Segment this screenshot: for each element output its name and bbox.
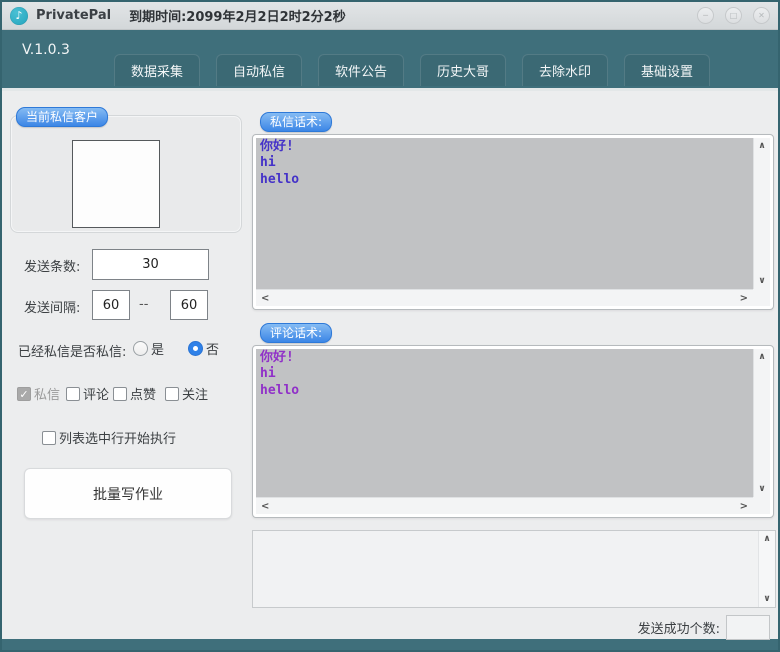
interval-max-input[interactable]: 60 bbox=[170, 290, 208, 320]
tab-announcement[interactable]: 软件公告 bbox=[318, 54, 404, 86]
interval-separator: -- bbox=[139, 297, 148, 312]
action-comment-checkbox[interactable]: 评论 bbox=[66, 383, 109, 403]
tab-history[interactable]: 历史大哥 bbox=[420, 54, 506, 86]
action-dm-checkbox[interactable]: ✓私信 bbox=[17, 383, 60, 403]
success-count-value bbox=[726, 615, 770, 640]
client-photo-placeholder bbox=[72, 140, 160, 228]
bottom-bar bbox=[2, 639, 778, 650]
scroll-down-icon[interactable]: ∨ bbox=[763, 594, 770, 604]
radio-off-icon bbox=[133, 341, 148, 356]
main-area: 当前私信客户 发送条数: 30 发送间隔: 60 -- 60 已经私信是否私信:… bbox=[2, 88, 778, 639]
radio-on-icon bbox=[188, 341, 203, 356]
resend-yes-radio[interactable]: 是 bbox=[133, 338, 164, 358]
dm-script-textarea[interactable]: 你好! hi hello bbox=[256, 138, 753, 289]
tab-basic-settings[interactable]: 基础设置 bbox=[624, 54, 710, 86]
list-row-checkbox[interactable]: 列表选中行开始执行 bbox=[42, 427, 176, 447]
nav-tabs: 数据采集 自动私信 软件公告 历史大哥 去除水印 基础设置 bbox=[2, 54, 710, 88]
status-row: 发送成功个数: bbox=[638, 615, 770, 640]
maximize-button[interactable]: □ bbox=[725, 7, 742, 24]
app-window: ♪ PrivatePal 到期时间:2099年2月2日2时2分2秒 ─ □ ✕ … bbox=[0, 0, 780, 652]
batch-write-button[interactable]: 批量写作业 bbox=[24, 468, 232, 519]
titlebar: ♪ PrivatePal 到期时间:2099年2月2日2时2分2秒 ─ □ ✕ bbox=[2, 2, 778, 30]
scroll-right-icon[interactable]: > bbox=[740, 293, 748, 304]
dm-vertical-scrollbar[interactable]: ∧ ∨ bbox=[753, 138, 770, 289]
log-box: ∧ ∨ bbox=[252, 530, 776, 608]
resend-no-radio[interactable]: 否 bbox=[188, 338, 219, 358]
checkbox-icon bbox=[113, 387, 127, 401]
nav-bar: V.1.0.3 数据采集 自动私信 软件公告 历史大哥 去除水印 基础设置 bbox=[2, 30, 778, 88]
send-count-input[interactable]: 30 bbox=[92, 249, 209, 280]
resend-question-label: 已经私信是否私信: bbox=[18, 341, 126, 360]
dm-horizontal-scrollbar[interactable]: < > bbox=[256, 289, 753, 306]
scroll-up-icon[interactable]: ∧ bbox=[758, 352, 765, 362]
comment-horizontal-scrollbar[interactable]: < > bbox=[256, 497, 753, 514]
comment-vertical-scrollbar[interactable]: ∧ ∨ bbox=[753, 349, 770, 497]
expiry-time-label: 到期时间:2099年2月2日2时2分2秒 bbox=[129, 6, 346, 25]
app-logo-icon: ♪ bbox=[10, 7, 28, 25]
log-vertical-scrollbar[interactable]: ∧ ∨ bbox=[758, 531, 775, 607]
success-count-label: 发送成功个数: bbox=[638, 618, 720, 637]
close-button[interactable]: ✕ bbox=[753, 7, 770, 24]
scrollbar-corner bbox=[753, 289, 770, 306]
comment-script-badge: 评论话术: bbox=[260, 323, 332, 343]
action-follow-checkbox[interactable]: 关注 bbox=[165, 383, 208, 403]
action-like-checkbox[interactable]: 点赞 bbox=[113, 383, 156, 403]
scroll-down-icon[interactable]: ∨ bbox=[758, 484, 765, 494]
checkbox-icon bbox=[165, 387, 179, 401]
comment-script-panel: 你好! hi hello ∧ ∨ < > bbox=[252, 345, 774, 518]
app-title: PrivatePal bbox=[36, 8, 111, 23]
scroll-left-icon[interactable]: < bbox=[261, 501, 269, 512]
interval-label: 发送间隔: bbox=[24, 297, 80, 316]
scroll-up-icon[interactable]: ∧ bbox=[763, 534, 770, 544]
checkbox-checked-icon: ✓ bbox=[17, 387, 31, 401]
send-count-label: 发送条数: bbox=[24, 256, 80, 275]
comment-script-textarea[interactable]: 你好! hi hello bbox=[256, 349, 753, 497]
tab-auto-dm[interactable]: 自动私信 bbox=[216, 54, 302, 86]
log-list[interactable] bbox=[253, 531, 758, 607]
tab-watermark-removal[interactable]: 去除水印 bbox=[522, 54, 608, 86]
tab-data-collection[interactable]: 数据采集 bbox=[114, 54, 200, 86]
scroll-right-icon[interactable]: > bbox=[740, 501, 748, 512]
scroll-left-icon[interactable]: < bbox=[261, 293, 269, 304]
scroll-up-icon[interactable]: ∧ bbox=[758, 141, 765, 151]
scroll-down-icon[interactable]: ∨ bbox=[758, 276, 765, 286]
scrollbar-corner bbox=[753, 497, 770, 514]
checkbox-icon bbox=[42, 431, 56, 445]
window-controls: ─ □ ✕ bbox=[697, 7, 770, 24]
interval-min-input[interactable]: 60 bbox=[92, 290, 130, 320]
minimize-button[interactable]: ─ bbox=[697, 7, 714, 24]
checkbox-icon bbox=[66, 387, 80, 401]
dm-script-badge: 私信话术: bbox=[260, 112, 332, 132]
version-label: V.1.0.3 bbox=[22, 42, 70, 58]
current-client-badge: 当前私信客户 bbox=[16, 107, 108, 127]
dm-script-panel: 你好! hi hello ∧ ∨ < > bbox=[252, 134, 774, 310]
